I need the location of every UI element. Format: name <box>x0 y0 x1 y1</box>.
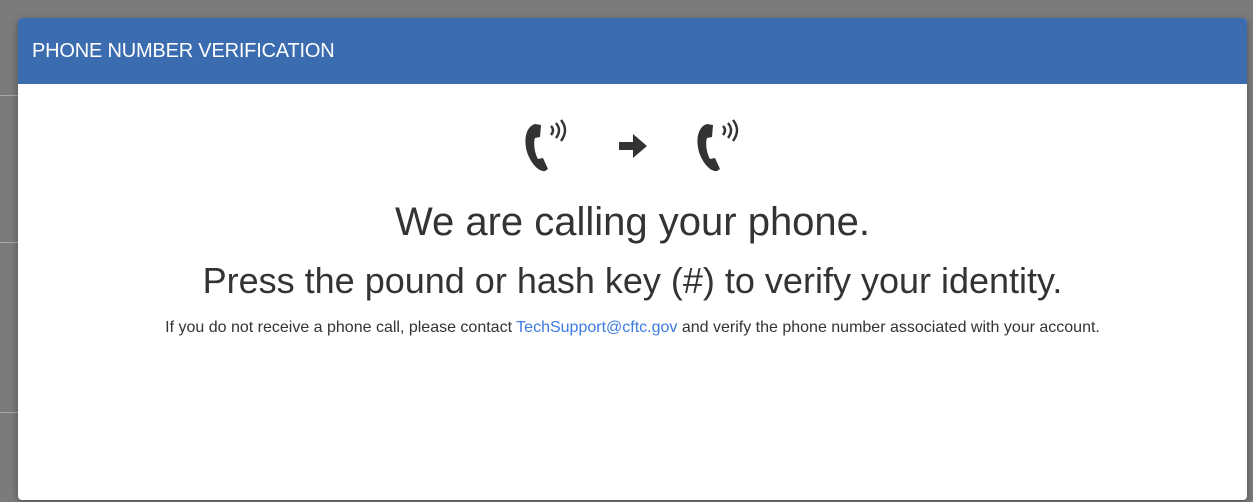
background-divider <box>0 412 18 413</box>
calling-headline: We are calling your phone. <box>394 200 871 244</box>
support-email-link[interactable]: TechSupport@cftc.gov <box>516 319 677 336</box>
background-divider <box>0 95 18 96</box>
support-note: If you do not receive a phone call, plea… <box>18 317 1247 338</box>
note-text-after: and verify the phone number associated w… <box>681 319 1100 336</box>
verification-modal: PHONE NUMBER VERIFICATION We are calling… <box>18 18 1247 500</box>
call-icons <box>18 116 1247 176</box>
modal-title: PHONE NUMBER VERIFICATION <box>32 39 335 62</box>
phone-ringing-icon <box>693 116 745 176</box>
instruction-text: Press the pound or hash key (#) to verif… <box>202 260 1063 301</box>
modal-header: PHONE NUMBER VERIFICATION <box>18 18 1247 84</box>
note-text-before: If you do not receive a phone call, plea… <box>165 319 513 336</box>
arrow-right-icon <box>617 131 649 161</box>
phone-ringing-icon <box>521 116 573 176</box>
modal-body: We are calling your phone. Press the pou… <box>18 116 1247 338</box>
background-divider <box>0 242 18 243</box>
